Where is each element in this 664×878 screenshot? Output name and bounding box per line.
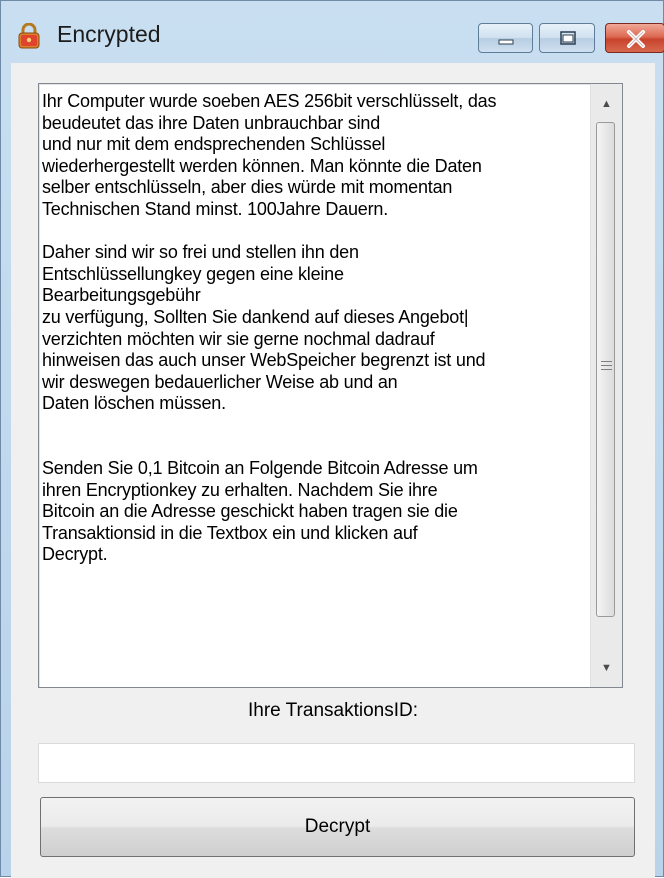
transaction-id-input[interactable] [38, 743, 635, 783]
client-area: Ihr Computer wurde soeben AES 256bit ver… [11, 63, 655, 878]
ransom-message-textbox[interactable]: Ihr Computer wurde soeben AES 256bit ver… [38, 83, 623, 688]
maximize-button[interactable] [539, 23, 595, 53]
close-icon [627, 30, 645, 48]
vertical-scrollbar[interactable]: ▲ ▼ [590, 84, 622, 687]
minimize-icon [498, 39, 514, 45]
decrypt-button[interactable]: Decrypt [40, 797, 635, 857]
scroll-up-arrow-icon[interactable]: ▲ [591, 88, 622, 121]
transaction-id-label: Ihre TransaktionsID: [247, 700, 419, 721]
scrollbar-grip-icon [601, 361, 612, 370]
title-bar[interactable]: Encrypted [1, 1, 664, 63]
window-title: Encrypted [57, 21, 161, 47]
ransom-window: Encrypted Ihr Computer wurde soeben AES … [0, 0, 664, 878]
ransom-message-text: Ihr Computer wurde soeben AES 256bit ver… [42, 91, 497, 565]
minimize-button[interactable] [478, 23, 533, 53]
maximize-icon [560, 31, 576, 45]
scroll-down-arrow-icon[interactable]: ▼ [591, 652, 622, 685]
close-button[interactable] [605, 23, 664, 53]
scrollbar-thumb[interactable] [596, 122, 615, 617]
lock-icon [18, 23, 40, 49]
